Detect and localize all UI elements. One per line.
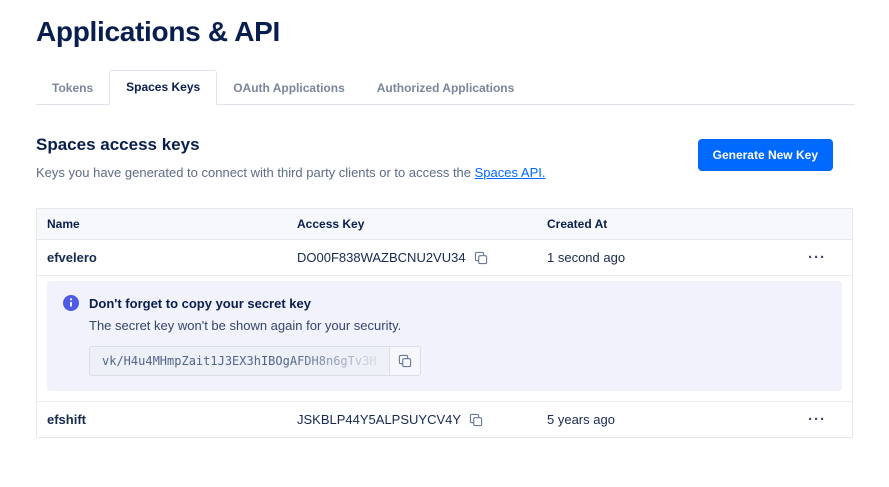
- secret-key-box: vk/H4u4MHmpZait1J3EX3hIBOgAFDH8n6gTv3H: [89, 346, 390, 376]
- applications-api-page: Applications & API Tokens Spaces Keys OA…: [0, 16, 889, 438]
- tab-spaces-keys[interactable]: Spaces Keys: [109, 70, 217, 105]
- copy-icon: [469, 413, 483, 427]
- row-menu-button[interactable]: ···: [804, 413, 830, 427]
- column-header-access-key: Access Key: [287, 209, 537, 239]
- secret-key-field: vk/H4u4MHmpZait1J3EX3hIBOgAFDH8n6gTv3H: [89, 346, 421, 376]
- column-header-actions: [782, 216, 852, 232]
- callout-header: Don't forget to copy your secret key: [63, 295, 826, 311]
- copy-icon: [398, 354, 412, 368]
- table-row: efshift JSKBLP44Y5ALPSUYCV4Y 5 years ago…: [37, 402, 852, 437]
- created-at: 1 second ago: [537, 240, 782, 275]
- page-title: Applications & API: [36, 16, 853, 48]
- spaces-keys-table: Name Access Key Created At efvelero DO00…: [36, 208, 853, 438]
- section-title: Spaces access keys: [36, 135, 545, 155]
- secret-key-callout: Don't forget to copy your secret key The…: [47, 281, 842, 391]
- tab-oauth-applications[interactable]: OAuth Applications: [217, 72, 361, 105]
- column-header-created-at: Created At: [537, 209, 782, 239]
- section-description: Keys you have generated to connect with …: [36, 165, 545, 180]
- section-header-text: Spaces access keys Keys you have generat…: [36, 135, 545, 180]
- table-header-row: Name Access Key Created At: [37, 209, 852, 240]
- generate-new-key-button[interactable]: Generate New Key: [698, 139, 833, 171]
- key-name: efvelero: [37, 240, 287, 275]
- section-description-text: Keys you have generated to connect with …: [36, 165, 475, 180]
- access-key-cell: JSKBLP44Y5ALPSUYCV4Y: [287, 402, 537, 437]
- tab-bar: Tokens Spaces Keys OAuth Applications Au…: [36, 70, 855, 105]
- key-name: efshift: [37, 402, 287, 437]
- access-key-cell: DO00F838WAZBCNU2VU34: [287, 240, 537, 275]
- copy-access-key-button[interactable]: [474, 251, 488, 265]
- created-at: 5 years ago: [537, 402, 782, 437]
- row-actions-cell: ···: [782, 403, 852, 437]
- access-key-value: DO00F838WAZBCNU2VU34: [297, 250, 466, 265]
- callout-title: Don't forget to copy your secret key: [89, 296, 311, 311]
- spaces-keys-section-header: Spaces access keys Keys you have generat…: [36, 135, 853, 180]
- secret-key-value: vk/H4u4MHmpZait1J3EX3hIBOgAFDH8n6gTv3H: [102, 354, 377, 368]
- access-key-value: JSKBLP44Y5ALPSUYCV4Y: [297, 412, 461, 427]
- row-actions-cell: ···: [782, 241, 852, 275]
- tab-authorized-applications[interactable]: Authorized Applications: [361, 72, 531, 105]
- row-menu-button[interactable]: ···: [804, 251, 830, 265]
- copy-icon: [474, 251, 488, 265]
- copy-access-key-button[interactable]: [469, 413, 483, 427]
- secret-key-callout-row: Don't forget to copy your secret key The…: [37, 276, 852, 402]
- column-header-name: Name: [37, 209, 287, 239]
- spaces-api-link[interactable]: Spaces API.: [475, 165, 546, 180]
- copy-secret-key-button[interactable]: [389, 346, 421, 376]
- info-icon: [63, 295, 79, 311]
- tab-tokens[interactable]: Tokens: [36, 72, 109, 105]
- table-row: efvelero DO00F838WAZBCNU2VU34 1 second a…: [37, 240, 852, 276]
- callout-body: The secret key won't be shown again for …: [89, 318, 826, 333]
